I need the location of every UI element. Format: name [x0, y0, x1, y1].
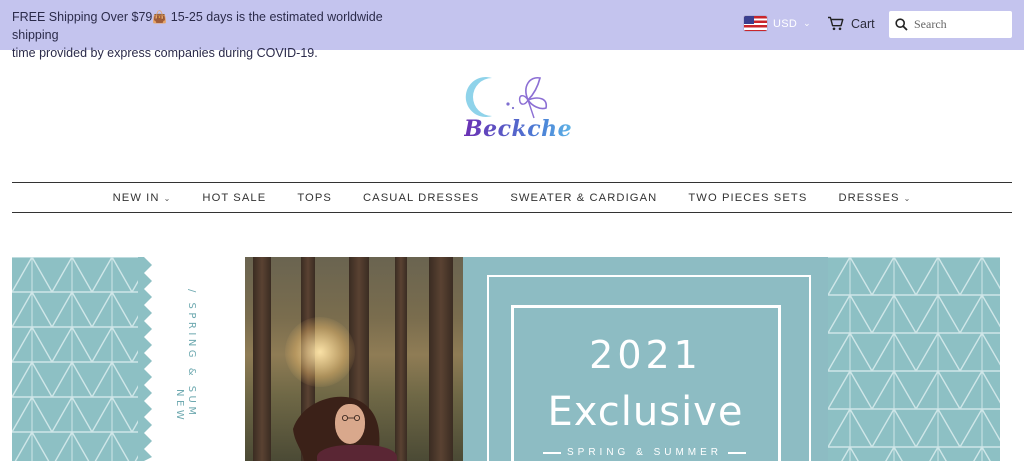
sunlight-glow — [285, 317, 355, 387]
model-shirt — [317, 445, 397, 461]
nav-label: TWO PIECES SETS — [688, 191, 808, 204]
model-photo — [245, 257, 463, 461]
divider — [543, 451, 561, 454]
cart-link[interactable]: Cart — [827, 16, 875, 31]
tree-trunk — [395, 257, 407, 461]
chevron-down-icon: ⌄ — [903, 193, 912, 203]
nav-label: TOPS — [297, 191, 332, 204]
promo-panel: 2021 Exclusive SPRING & SUMMER — [463, 257, 828, 461]
vertical-text-spring-summer: / SPRING & SUM — [186, 289, 197, 419]
nav-item-new-in[interactable]: NEW IN ⌄ — [97, 192, 187, 204]
nav-item-tops[interactable]: TOPS — [282, 192, 348, 204]
promo-subline: SPRING & SUMMER — [543, 447, 775, 458]
us-flag-icon — [744, 16, 767, 31]
triangle-pattern-right — [828, 257, 1000, 461]
cart-icon — [828, 16, 844, 31]
shopping-bag-icon: 👜 — [152, 10, 168, 24]
model-face — [335, 404, 365, 444]
nav-label: CASUAL DRESSES — [363, 191, 480, 204]
cart-label: Cart — [851, 16, 875, 31]
chevron-down-icon: ⌄ — [803, 18, 811, 28]
promo-year: 2021 — [589, 333, 702, 377]
announcement-text-c: time provided by express companies durin… — [12, 46, 318, 60]
promo-subline-text: SPRING & SUMMER — [567, 447, 723, 458]
nav-label: SWEATER & CARDIGAN — [510, 191, 658, 204]
promo-headline: Exclusive — [547, 389, 744, 435]
tree-trunk — [253, 257, 271, 461]
search-icon[interactable] — [895, 18, 908, 31]
vertical-caption: / SPRING & SUM NEW — [174, 289, 214, 461]
nav-item-dresses[interactable]: DRESSES ⌄ — [823, 192, 927, 204]
triangle-pattern-left — [12, 257, 144, 461]
tree-trunk — [429, 257, 453, 461]
search-input[interactable] — [914, 17, 1010, 32]
moon-butterfly-logo-mark — [465, 76, 548, 119]
nav-item-two-pieces-sets[interactable]: TWO PIECES SETS — [673, 192, 823, 204]
nav-item-hot-sale[interactable]: HOT SALE — [187, 192, 282, 204]
currency-label: USD — [773, 17, 798, 30]
search-box[interactable] — [889, 11, 1012, 38]
glasses — [342, 415, 360, 421]
announcement-text-a: FREE Shipping Over $79 — [12, 10, 153, 24]
currency-selector[interactable]: USD ⌄ — [744, 16, 811, 31]
main-navigation: NEW IN ⌄ HOT SALE TOPS CASUAL DRESSES SWE… — [12, 182, 1012, 213]
nav-label: DRESSES — [838, 191, 900, 204]
nav-item-casual-dresses[interactable]: CASUAL DRESSES — [348, 192, 495, 204]
shipping-announcement: FREE Shipping Over $79👜 15-25 days is th… — [12, 8, 432, 62]
inner-frame — [511, 305, 781, 461]
nav-label: HOT SALE — [202, 191, 267, 204]
zigzag-edge — [138, 257, 152, 461]
nav-item-sweater-cardigan[interactable]: SWEATER & CARDIGAN — [495, 192, 673, 204]
brand-name: Beckche — [464, 116, 573, 142]
hero-banner[interactable]: / SPRING & SUM NEW 2021 Exclusive SPRING… — [12, 257, 1000, 461]
vertical-text-new: NEW — [174, 389, 185, 424]
divider — [728, 451, 747, 454]
announcement-bar: FREE Shipping Over $79👜 15-25 days is th… — [0, 0, 1024, 60]
chevron-down-icon: ⌄ — [163, 193, 172, 203]
nav-label: NEW IN — [112, 191, 160, 204]
brand-logo[interactable]: Beckche — [462, 72, 572, 152]
